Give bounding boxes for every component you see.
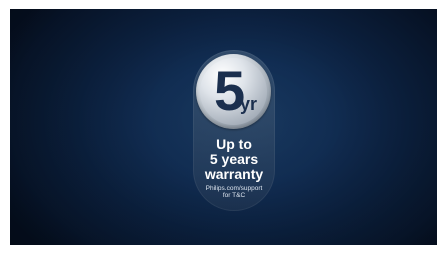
promo-banner: 5 yr Up to 5 years warranty Philips.com/… bbox=[10, 9, 437, 245]
terms-label: for T&C bbox=[222, 192, 246, 199]
warranty-terms-note: Philips.com/support for T&C bbox=[193, 185, 275, 199]
headline-line-1: Up to bbox=[216, 136, 252, 152]
warranty-years-unit: yr bbox=[240, 94, 258, 114]
warranty-headline: Up to 5 years warranty bbox=[193, 137, 275, 182]
warranty-medal: 5 yr bbox=[196, 54, 271, 129]
headline-line-2: 5 years bbox=[209, 151, 259, 167]
medal-face: 5 yr bbox=[200, 58, 267, 125]
terms-url: Philips.com/support bbox=[205, 185, 263, 192]
headline-line-3: warranty bbox=[204, 166, 264, 182]
